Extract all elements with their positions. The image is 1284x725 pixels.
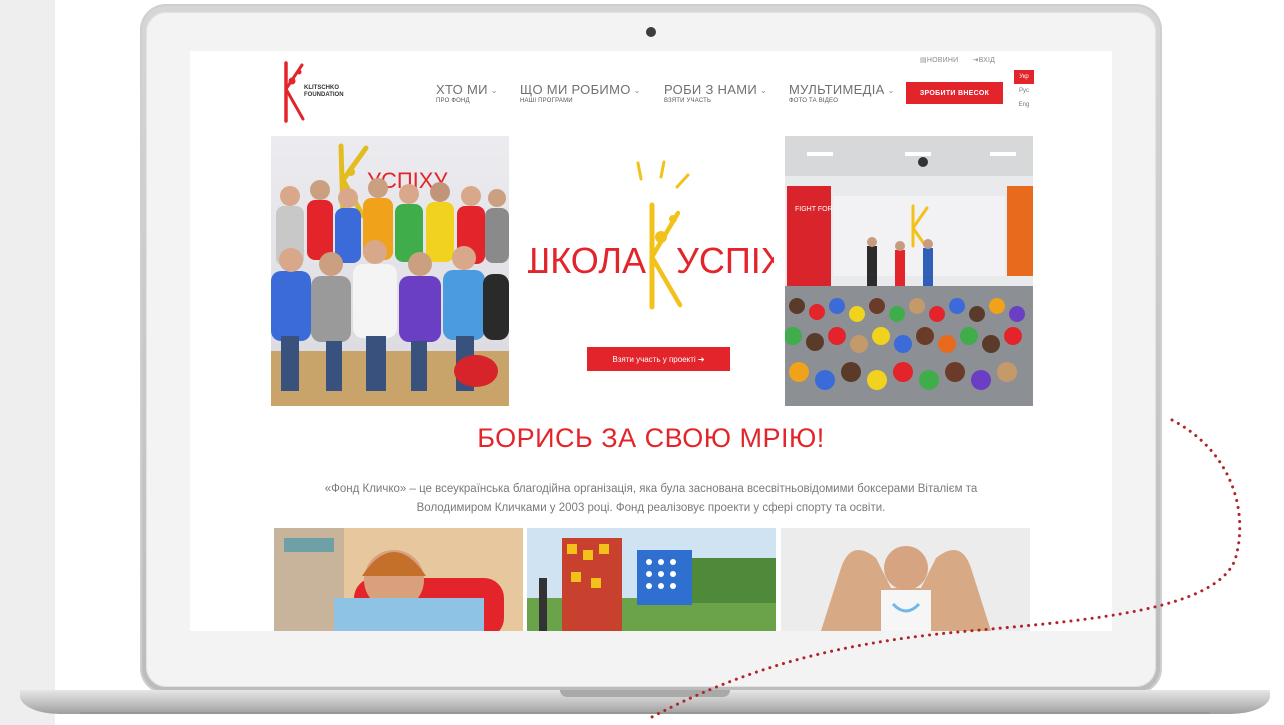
- news-label: НОВИНИ: [926, 57, 959, 64]
- chevron-down-icon: ⌄: [490, 86, 498, 96]
- lang-eng[interactable]: Eng: [1014, 98, 1034, 112]
- hero-photo-group: УСПІХУ: [271, 136, 509, 406]
- website-screen: ▤НОВИНИ ⇥ВХІД KLITSCHKO FOUNDATION ХТО М…: [190, 51, 1112, 631]
- nav-label: РОБИ З НАМИ: [664, 82, 757, 97]
- nav-sublabel: ВЗЯТИ УЧАСТЬ: [664, 98, 712, 104]
- join-project-button[interactable]: Взяти участь у проекті ➔: [587, 347, 730, 371]
- nav-label: ЩО МИ РОБИМО: [520, 82, 631, 97]
- foundation-description: «Фонд Кличко» – це всеукраїнська благоді…: [324, 483, 978, 514]
- login-label: ВХІД: [978, 57, 996, 64]
- thumbnail-art-class[interactable]: [274, 528, 523, 631]
- background-strip: [0, 0, 55, 725]
- thumbnail-playground[interactable]: [527, 528, 776, 631]
- klitschko-logo-icon[interactable]: [278, 59, 306, 123]
- nav-sublabel: ПРО ФОНД: [436, 98, 470, 104]
- nav-item-multimedia[interactable]: МУЛЬТИМЕДІА ⌄ ФОТО ТА ВІДЕО: [789, 82, 895, 104]
- nav-sublabel: НАШІ ПРОГРАМИ: [520, 98, 573, 104]
- logo-line-2: FOUNDATION: [304, 92, 344, 98]
- school-of-success-logo: ШКОЛА УСПІХУ: [528, 160, 774, 310]
- top-links: ▤НОВИНИ ⇥ВХІД: [920, 56, 1007, 64]
- school-word-1: ШКОЛА: [528, 240, 646, 281]
- hero-photo-auditorium: FIGHT FOR YOUR DREAM: [785, 136, 1033, 406]
- lang-rus[interactable]: Рус: [1014, 84, 1034, 98]
- chevron-down-icon: ⌄: [759, 86, 767, 96]
- donate-button[interactable]: ЗРОБИТИ ВНЕСОК: [906, 82, 1003, 104]
- chevron-down-icon: ⌄: [633, 86, 641, 96]
- webcam-icon: [646, 27, 656, 37]
- language-switcher: Укр Рус Eng: [1014, 70, 1034, 112]
- news-link[interactable]: ▤НОВИНИ: [920, 57, 964, 64]
- nav-label: МУЛЬТИМЕДІА: [789, 82, 885, 97]
- nav-label: ХТО МИ: [436, 82, 488, 97]
- chevron-down-icon: ⌄: [887, 86, 895, 96]
- nav-item-about[interactable]: ХТО МИ ⌄ ПРО ФОНД: [436, 82, 498, 104]
- login-link[interactable]: ⇥ВХІД: [972, 57, 1001, 64]
- nav-sublabel: ФОТО ТА ВІДЕО: [789, 98, 839, 104]
- logo-line-1: KLITSCHKO: [304, 85, 339, 91]
- lang-ukr[interactable]: Укр: [1014, 70, 1034, 84]
- logo-wordmark: KLITSCHKO FOUNDATION: [304, 85, 344, 99]
- thumbnail-boxer[interactable]: [781, 528, 1030, 631]
- laptop-base-notch: [560, 690, 730, 697]
- laptop-base-edge: [80, 712, 1210, 714]
- page-slogan: БОРИСЬ ЗА СВОЮ МРІЮ!: [477, 423, 825, 453]
- school-word-2: УСПІХУ: [676, 240, 774, 281]
- nav-item-join[interactable]: РОБИ З НАМИ ⌄ ВЗЯТИ УЧАСТЬ: [664, 82, 767, 104]
- nav-item-programs[interactable]: ЩО МИ РОБИМО ⌄ НАШІ ПРОГРАМИ: [520, 82, 641, 104]
